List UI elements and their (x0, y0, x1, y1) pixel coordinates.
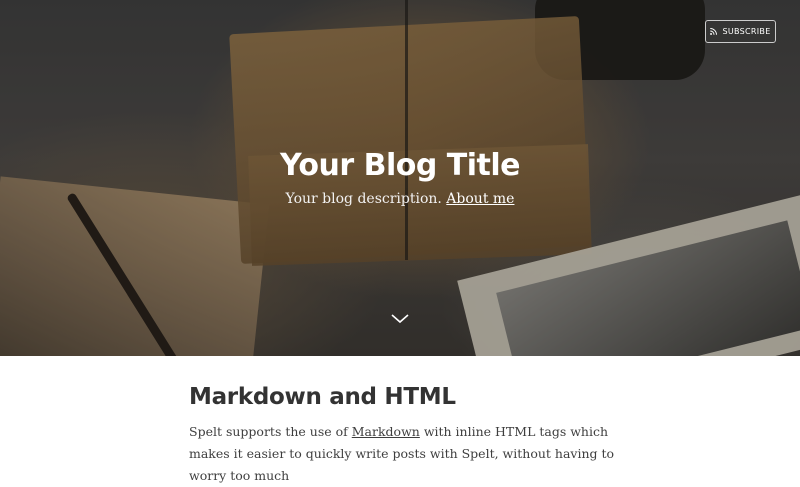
subscribe-button[interactable]: SUBSCRIBE (705, 20, 776, 43)
blog-title: Your Blog Title (279, 148, 521, 183)
chevron-down-icon[interactable] (389, 311, 411, 327)
markdown-link[interactable]: Markdown (352, 424, 420, 439)
blog-description-text: Your blog description. (285, 191, 442, 207)
subscribe-label: SUBSCRIBE (722, 27, 771, 36)
hero-header: SUBSCRIBE Your Blog Title Your blog desc… (0, 0, 800, 356)
post-preview: Markdown and HTML Spelt supports the use… (189, 356, 629, 487)
blog-description: Your blog description. About me (0, 191, 800, 207)
post-title[interactable]: Markdown and HTML (189, 384, 629, 410)
post-excerpt-text: Spelt supports the use of (189, 424, 352, 439)
post-excerpt: Spelt supports the use of Markdown with … (189, 421, 629, 487)
rss-icon (710, 28, 718, 35)
about-me-link[interactable]: About me (446, 191, 514, 207)
